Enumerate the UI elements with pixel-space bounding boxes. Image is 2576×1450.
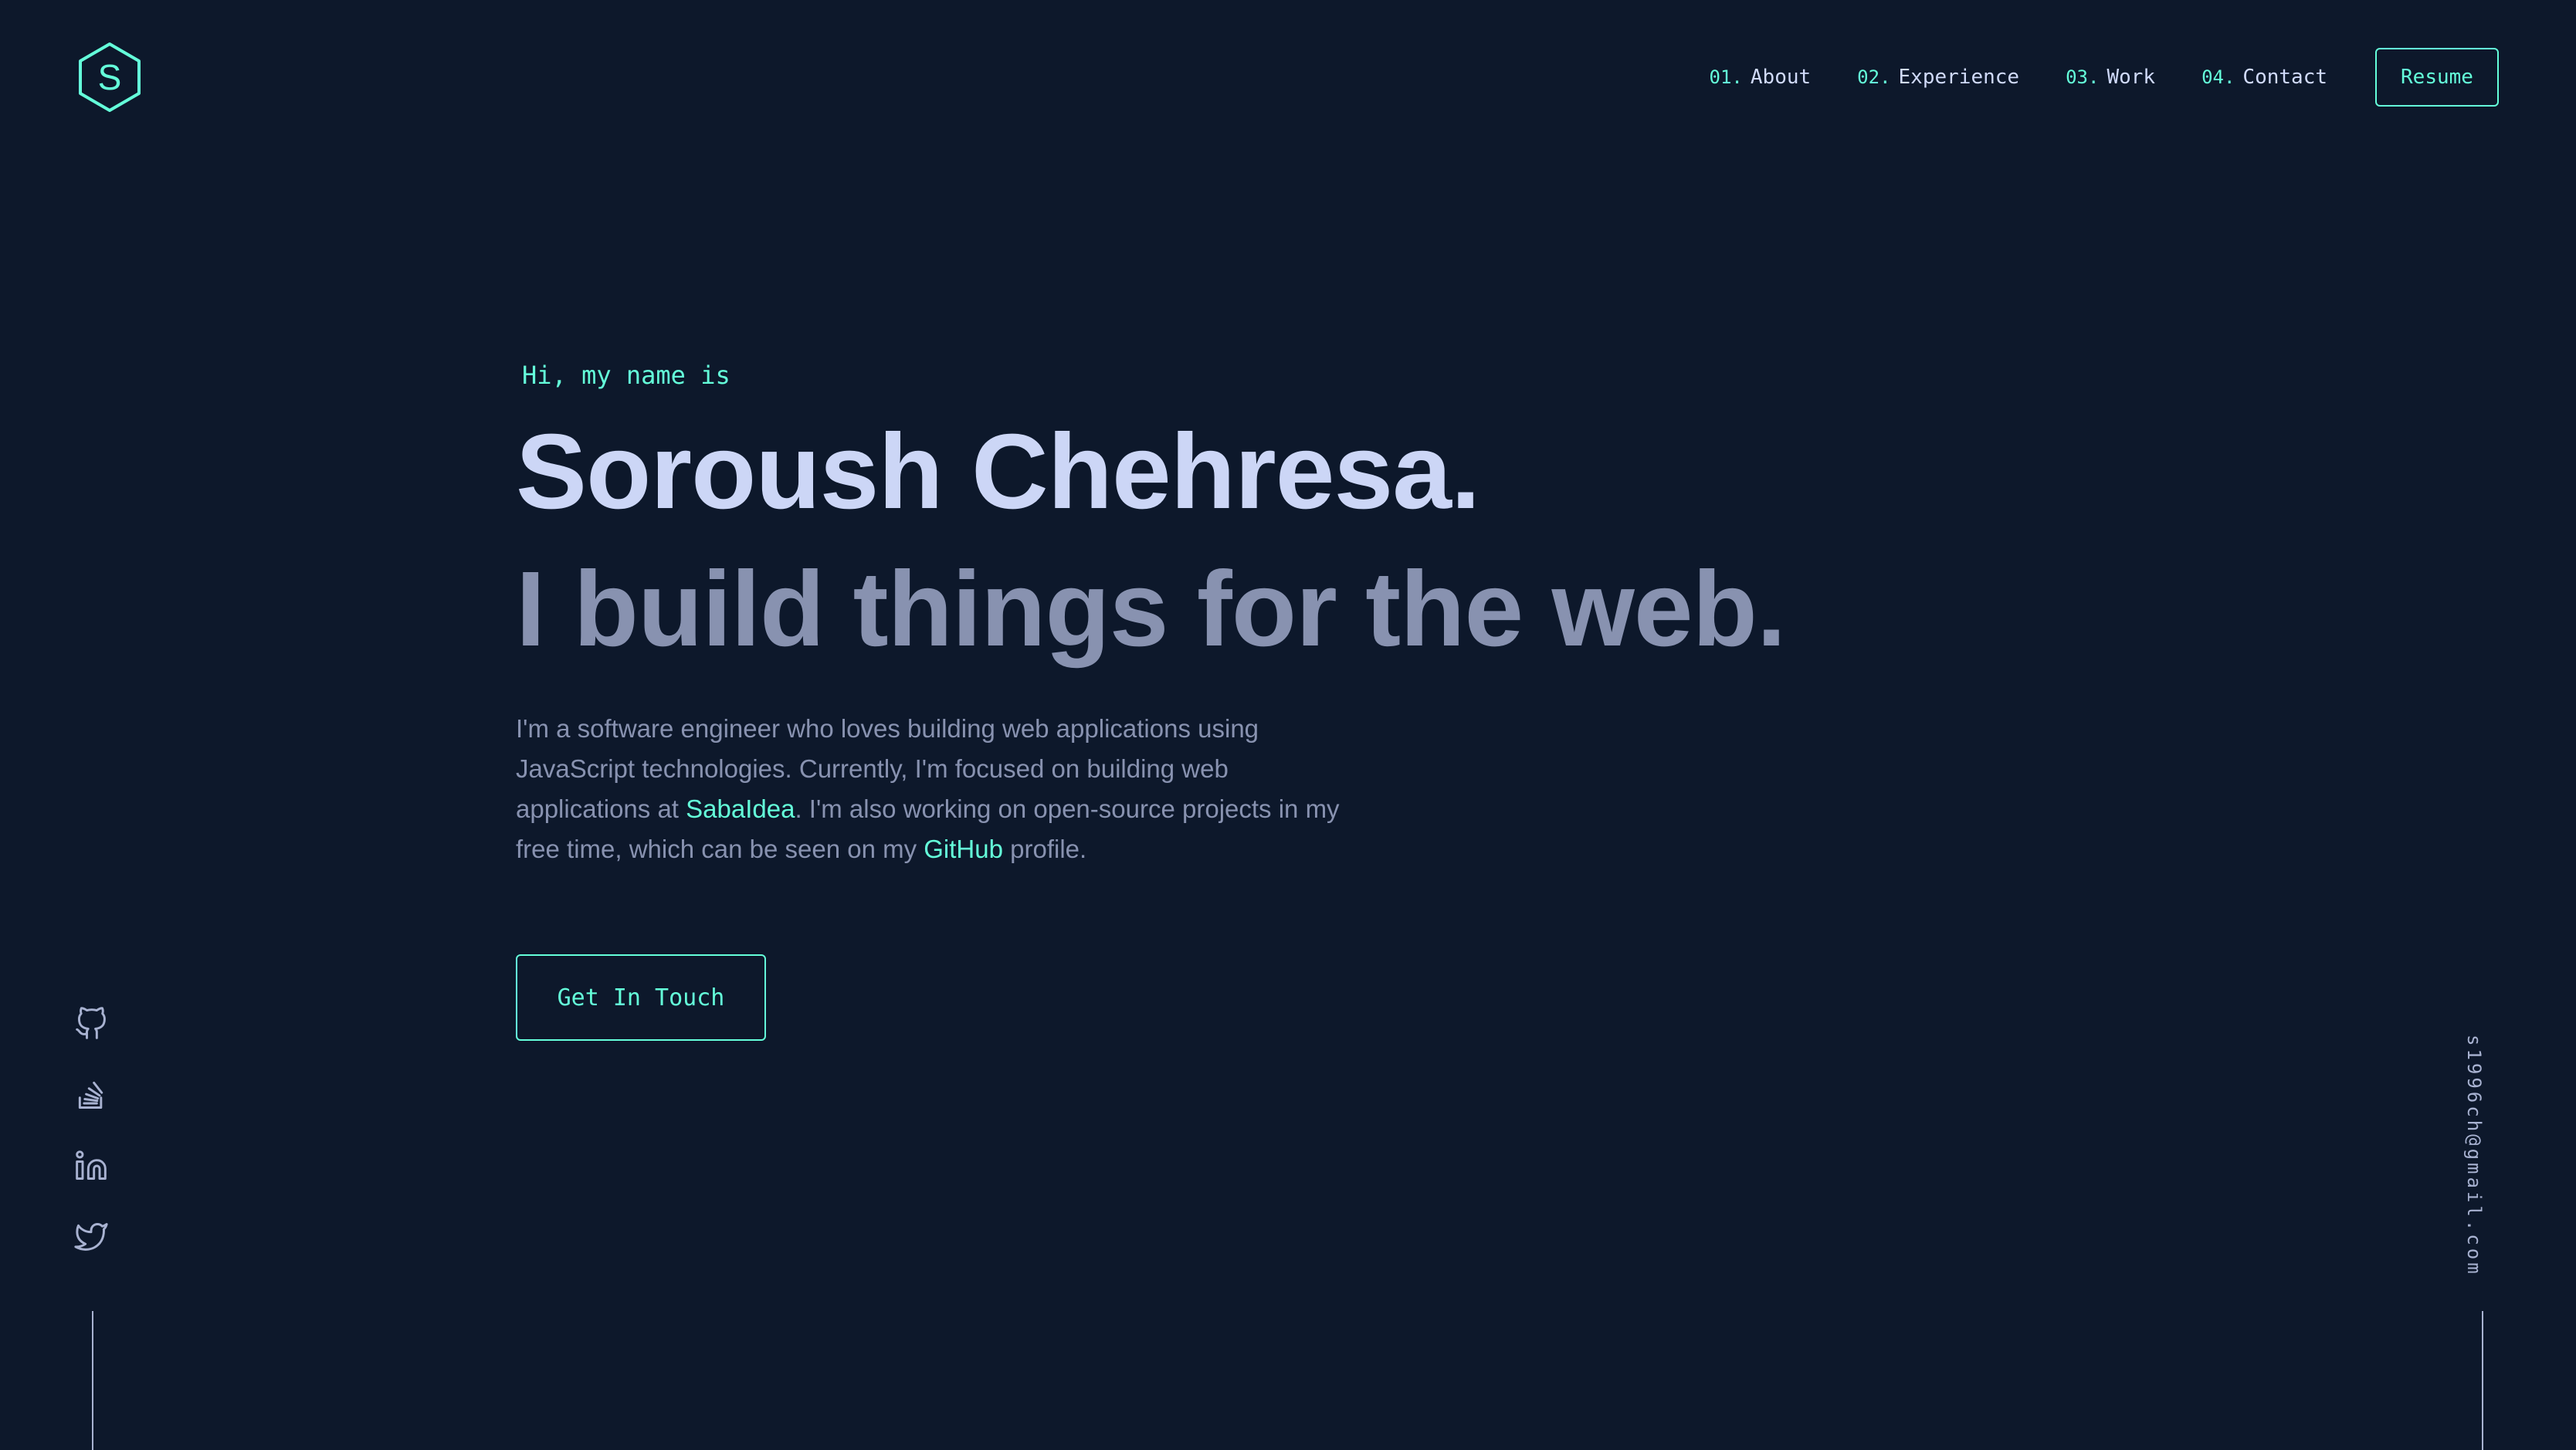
nav-label: Experience — [1898, 66, 2020, 89]
nav-label: Work — [2107, 66, 2156, 89]
nav-number: 02. — [1857, 66, 1891, 88]
hero-section: Hi, my name is Soroush Chehresa. I build… — [516, 363, 1906, 1041]
nav-number: 01. — [1709, 66, 1743, 88]
twitter-icon[interactable] — [74, 1220, 108, 1254]
hero-tagline: I build things for the web. — [516, 550, 1786, 669]
nav-label: About — [1750, 66, 1812, 89]
get-in-touch-button[interactable]: Get In Touch — [516, 954, 766, 1041]
logo-letter: S — [98, 57, 122, 97]
hero-name: Soroush Chehresa. — [516, 412, 1480, 531]
email-link[interactable]: s1996ch@gmail.com — [2463, 1035, 2485, 1277]
nav-item-contact[interactable]: 04. Contact — [2201, 66, 2327, 89]
hexagon-logo-icon[interactable]: S — [77, 42, 142, 113]
resume-button[interactable]: Resume — [2375, 48, 2499, 107]
main-nav: 01. About 02. Experience 03. Work 04. Co… — [1710, 46, 2499, 108]
hero-bio: I'm a software engineer who loves buildi… — [516, 709, 1365, 869]
stackoverflow-icon[interactable] — [74, 1078, 108, 1112]
right-vertical-line — [2482, 1311, 2483, 1450]
greeting-text: Hi, my name is — [522, 361, 730, 390]
nav-item-experience[interactable]: 02. Experience — [1857, 66, 2019, 89]
nav-number: 04. — [2201, 66, 2235, 88]
sabaidea-link[interactable]: SabaIdea — [686, 794, 795, 823]
github-link[interactable]: GitHub — [924, 835, 1003, 863]
nav-item-about[interactable]: 01. About — [1710, 66, 1812, 89]
github-icon[interactable] — [74, 1007, 108, 1041]
nav-label: Contact — [2242, 66, 2327, 89]
bio-text: profile. — [1002, 835, 1087, 863]
nav-item-work[interactable]: 03. Work — [2066, 66, 2155, 89]
nav-number: 03. — [2066, 66, 2100, 88]
social-links — [74, 1007, 111, 1291]
linkedin-icon[interactable] — [74, 1149, 108, 1183]
left-vertical-line — [92, 1311, 93, 1450]
